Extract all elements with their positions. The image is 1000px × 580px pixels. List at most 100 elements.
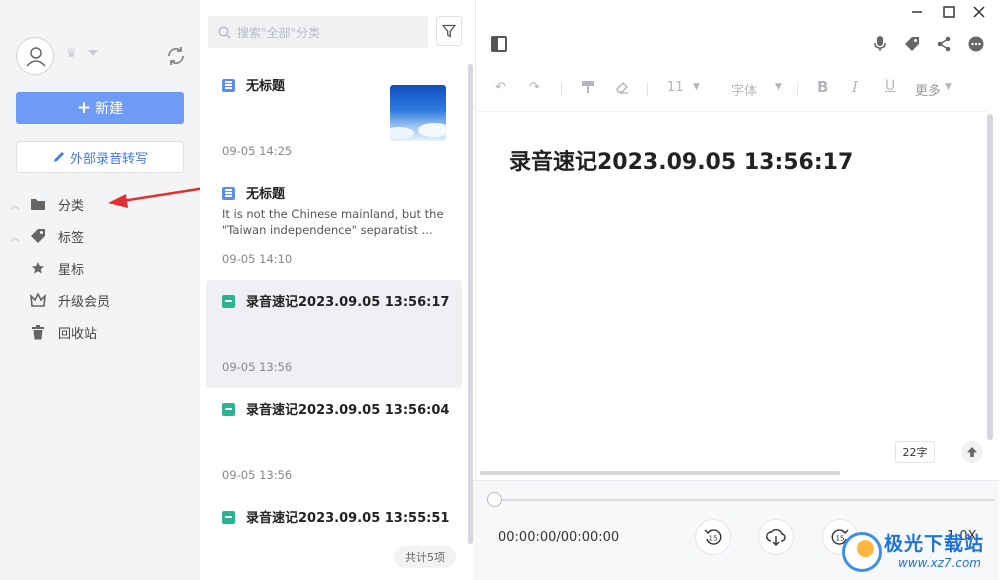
filter-icon bbox=[442, 24, 456, 38]
audio-note-icon bbox=[222, 511, 235, 524]
watermark-logo-icon bbox=[842, 532, 882, 572]
editor-pane: ↶ ↷ 11 ▼ 字体 ▼ B I U 更多 ▼ 录音速记2023.09.05 … bbox=[473, 0, 1000, 580]
avatar[interactable] bbox=[16, 37, 54, 75]
document-icon bbox=[222, 79, 235, 92]
share-icon[interactable] bbox=[935, 35, 953, 53]
audio-note-icon bbox=[222, 295, 235, 308]
editor-scrollbar[interactable] bbox=[987, 114, 993, 440]
watermark: 极光下载站 www.xz7.com bbox=[840, 524, 1000, 580]
more-options-icon[interactable] bbox=[967, 35, 985, 53]
rewind-icon: 15 bbox=[704, 529, 722, 545]
tag-icon[interactable] bbox=[903, 35, 921, 53]
crown-icon bbox=[30, 292, 46, 308]
redo-icon[interactable]: ↷ bbox=[529, 80, 540, 95]
sidebar-item-upgrade[interactable]: 升级会员 bbox=[0, 286, 200, 314]
horizontal-scrollbar[interactable] bbox=[480, 471, 840, 475]
search-input[interactable]: 搜索"全部"分类 bbox=[208, 16, 428, 48]
font-family-select[interactable]: 字体 bbox=[731, 80, 757, 99]
format-toolbar: ↶ ↷ 11 ▼ 字体 ▼ B I U 更多 ▼ bbox=[477, 64, 987, 112]
audio-note-icon bbox=[222, 403, 235, 416]
scroll-top-button[interactable] bbox=[961, 441, 983, 463]
sidebar-item-label: 分类 bbox=[58, 198, 85, 214]
format-painter-icon[interactable] bbox=[581, 80, 595, 98]
sidebar-item-label: 星标 bbox=[58, 262, 85, 278]
download-icon bbox=[766, 528, 786, 546]
note-time: 09-05 13:56 bbox=[222, 468, 293, 482]
watermark-text: 极光下载站 bbox=[884, 533, 985, 555]
document-title[interactable]: 录音速记2023.09.05 13:56:17 bbox=[509, 144, 853, 176]
note-title: 录音速记2023.09.05 13:55:51 bbox=[246, 511, 450, 526]
minimize-button[interactable] bbox=[909, 4, 925, 20]
new-note-button[interactable]: + 新建 bbox=[16, 92, 184, 124]
more-format-button[interactable]: 更多 bbox=[915, 80, 941, 99]
search-icon bbox=[218, 25, 231, 39]
note-title: 录音速记2023.09.05 13:56:17 bbox=[246, 295, 450, 310]
close-icon bbox=[973, 6, 985, 18]
maximize-icon bbox=[943, 6, 955, 18]
underline-button[interactable]: U bbox=[885, 78, 895, 94]
note-time: 09-05 14:10 bbox=[222, 252, 293, 266]
pencil-icon bbox=[53, 152, 64, 162]
sync-icon[interactable] bbox=[164, 44, 188, 68]
note-title: 录音速记2023.09.05 13:56:04 bbox=[246, 403, 450, 418]
sidebar-item-starred[interactable]: 星标 bbox=[0, 254, 200, 282]
rewind-15-button[interactable]: 15 bbox=[695, 519, 731, 555]
search-placeholder: 搜索"全部"分类 bbox=[237, 25, 321, 40]
tag-icon bbox=[30, 228, 46, 244]
font-size-select[interactable]: 11 bbox=[667, 80, 684, 95]
playback-progress-knob[interactable] bbox=[487, 492, 502, 507]
note-title: 无标题 bbox=[246, 79, 286, 94]
trash-icon bbox=[30, 324, 46, 340]
document-icon bbox=[222, 187, 235, 200]
toolbar-divider bbox=[647, 82, 648, 96]
note-thumbnail bbox=[390, 85, 446, 141]
user-icon bbox=[26, 47, 46, 67]
chevron-down-icon[interactable]: ▼ bbox=[775, 82, 782, 92]
sidebar-item-label: 回收站 bbox=[58, 326, 98, 342]
external-transcribe-button[interactable]: 外部录音转写 bbox=[16, 141, 184, 173]
toggle-panel-icon[interactable] bbox=[491, 36, 507, 52]
word-count-badge: 22字 bbox=[895, 441, 935, 463]
note-time: 09-05 13:56 bbox=[222, 360, 293, 374]
list-item[interactable]: 录音速记2023.09.05 13:56:04 09-05 13:56 bbox=[206, 388, 462, 496]
maximize-button[interactable] bbox=[941, 4, 957, 20]
external-transcribe-label: 外部录音转写 bbox=[69, 151, 148, 167]
minimize-icon bbox=[912, 11, 922, 13]
filter-button[interactable] bbox=[436, 16, 462, 46]
rewind-label: 15 bbox=[709, 535, 718, 543]
vip-crown-icon: ♛ bbox=[66, 46, 77, 60]
sidebar: ♛ + 新建 外部录音转写 ︿ 分类 ︿ 标签 星标 升级会员 回收站 bbox=[0, 0, 200, 580]
list-item[interactable]: 录音速记2023.09.05 13:56:17 09-05 13:56 bbox=[206, 280, 462, 388]
sidebar-item-label: 升级会员 bbox=[58, 294, 111, 310]
toolbar-divider bbox=[561, 82, 562, 96]
close-button[interactable] bbox=[971, 4, 987, 20]
list-item[interactable]: 无标题 09-05 14:25 bbox=[206, 64, 462, 172]
arrow-up-icon bbox=[967, 447, 977, 457]
folder-icon bbox=[30, 196, 46, 212]
list-item[interactable]: 无标题 It is not the Chinese mainland, but … bbox=[206, 172, 462, 280]
playback-progress-track[interactable] bbox=[495, 499, 995, 501]
sidebar-item-trash[interactable]: 回收站 bbox=[0, 318, 200, 346]
chevron-down-icon[interactable]: ▼ bbox=[945, 82, 952, 92]
note-title: 无标题 bbox=[246, 187, 286, 202]
eraser-icon[interactable] bbox=[615, 80, 629, 98]
total-count-badge: 共计5项 bbox=[394, 546, 456, 568]
toolbar-divider bbox=[797, 82, 798, 96]
undo-icon[interactable]: ↶ bbox=[495, 80, 506, 95]
chevron-up-icon[interactable]: ︿ bbox=[10, 229, 20, 244]
chevron-down-icon[interactable]: ▼ bbox=[693, 82, 700, 92]
download-button[interactable] bbox=[758, 519, 794, 555]
list-scrollbar[interactable] bbox=[468, 64, 473, 544]
sidebar-item-tags[interactable]: ︿ 标签 bbox=[0, 222, 200, 250]
italic-button[interactable]: I bbox=[852, 78, 858, 96]
bold-button[interactable]: B bbox=[817, 78, 828, 96]
new-note-label: 新建 bbox=[95, 101, 124, 117]
microphone-icon[interactable] bbox=[871, 35, 889, 53]
watermark-url: www.xz7.com bbox=[898, 556, 981, 570]
note-time: 09-05 14:25 bbox=[222, 144, 293, 158]
chevron-down-icon[interactable] bbox=[88, 50, 98, 56]
chevron-up-icon[interactable]: ︿ bbox=[10, 197, 20, 212]
note-list: 搜索"全部"分类 无标题 09-05 14:25 无标题 It is not t… bbox=[200, 0, 476, 580]
note-snippet: It is not the Chinese mainland, but the … bbox=[222, 207, 444, 237]
plus-icon: + bbox=[76, 98, 92, 118]
